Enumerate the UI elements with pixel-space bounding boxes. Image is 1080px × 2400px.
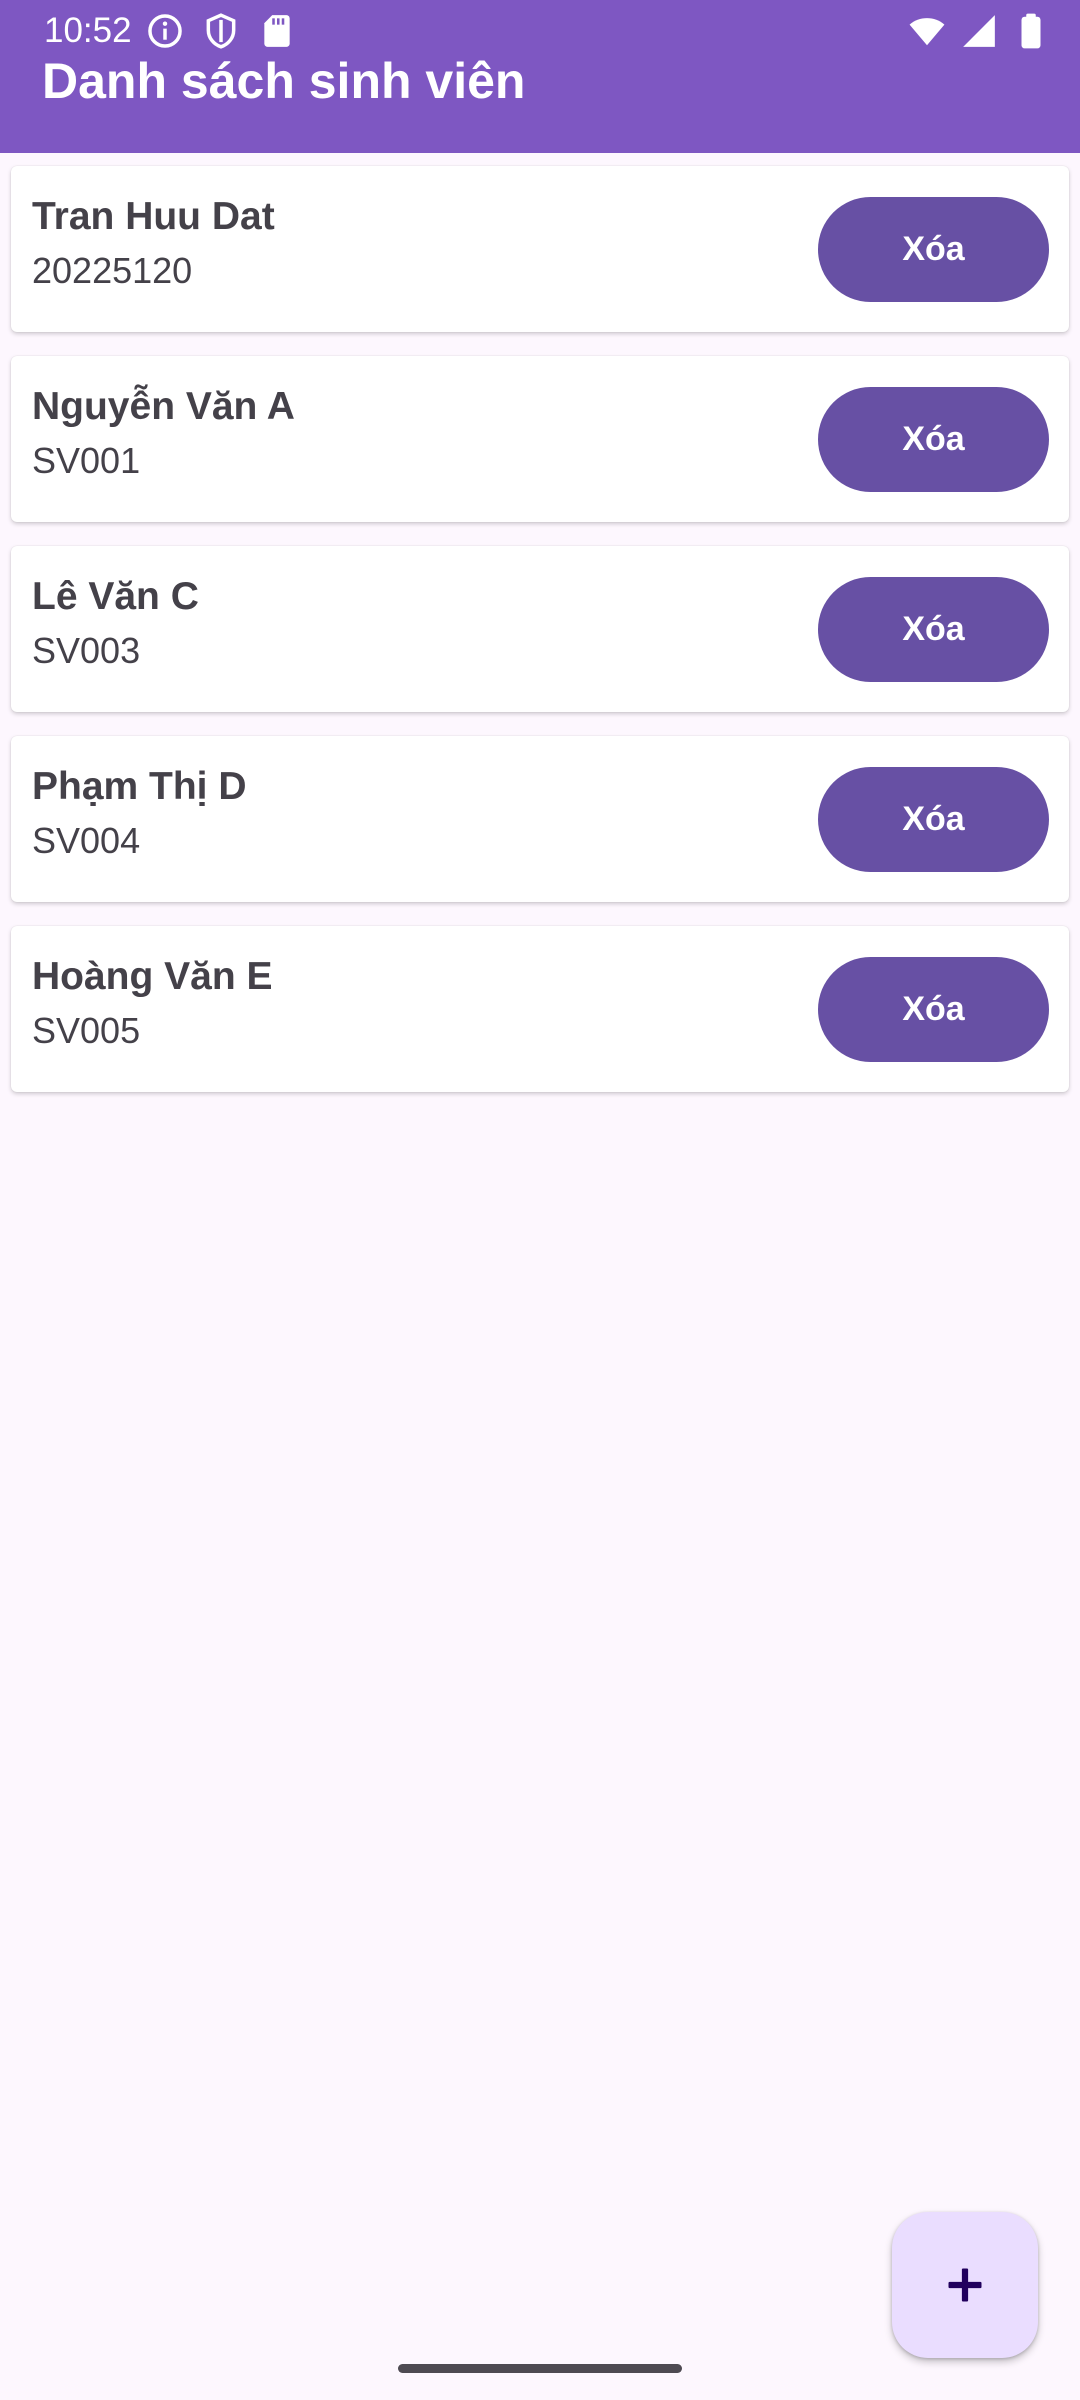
delete-button[interactable]: Xóa (818, 957, 1049, 1062)
student-card: Lê Văn C SV003 Xóa (11, 546, 1069, 712)
student-list: Tran Huu Dat 20225120 Xóa Nguyễn Văn A S… (11, 166, 1069, 1116)
signal-icon (960, 12, 998, 50)
delete-button[interactable]: Xóa (818, 197, 1049, 302)
app-bar: 10:52 Danh sách sinh viên (0, 0, 1080, 153)
add-student-fab[interactable] (892, 2212, 1038, 2358)
status-time: 10:52 (44, 11, 132, 50)
delete-button[interactable]: Xóa (818, 767, 1049, 872)
page-title: Danh sách sinh viên (42, 53, 526, 109)
delete-button[interactable]: Xóa (818, 387, 1049, 492)
info-icon (146, 12, 184, 50)
delete-button[interactable]: Xóa (818, 577, 1049, 682)
student-name: Nguyễn Văn A (32, 385, 295, 428)
add-icon (943, 2263, 987, 2307)
student-name: Phạm Thị D (32, 765, 247, 808)
student-card: Tran Huu Dat 20225120 Xóa (11, 166, 1069, 332)
student-name: Lê Văn C (32, 575, 199, 618)
student-card: Nguyễn Văn A SV001 Xóa (11, 356, 1069, 522)
student-id: SV001 (32, 440, 141, 481)
wifi-icon (908, 12, 946, 50)
home-indicator[interactable] (398, 2364, 682, 2373)
student-id: 20225120 (32, 250, 193, 291)
sd-card-icon (258, 12, 296, 50)
shield-icon (202, 12, 240, 50)
student-name: Hoàng Văn E (32, 955, 273, 998)
student-card: Phạm Thị D SV004 Xóa (11, 736, 1069, 902)
student-card: Hoàng Văn E SV005 Xóa (11, 926, 1069, 1092)
student-id: SV004 (32, 820, 141, 861)
student-id: SV003 (32, 630, 141, 671)
student-id: SV005 (32, 1010, 141, 1051)
battery-icon (1012, 12, 1050, 50)
student-name: Tran Huu Dat (32, 195, 275, 238)
